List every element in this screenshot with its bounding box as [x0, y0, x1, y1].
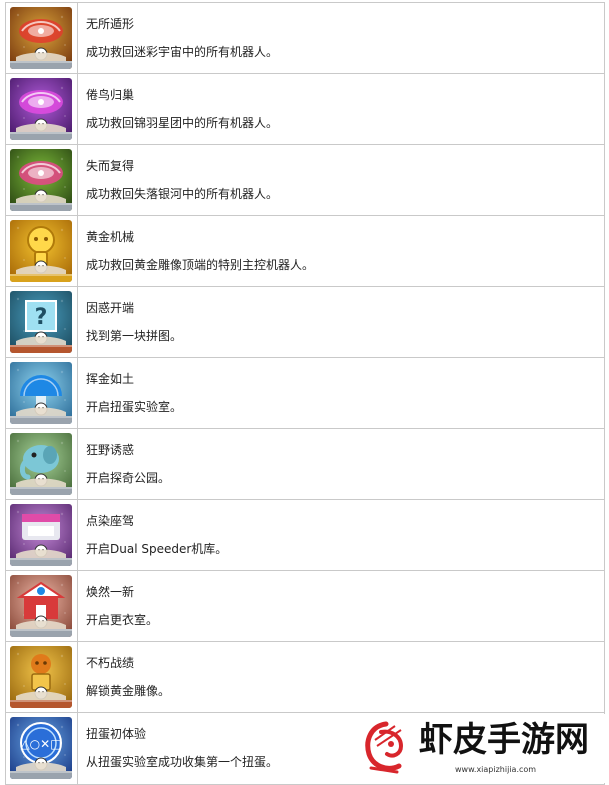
trophy-row: 点染座驾开启Dual Speeder机库。	[6, 500, 604, 571]
svg-text:△○✕□: △○✕□	[20, 737, 61, 751]
trophy-icon-cell	[6, 500, 78, 570]
trophy-description: 解锁黄金雕像。	[86, 684, 171, 698]
puzzle-question-trophy-icon: ?	[10, 291, 72, 353]
trophy-description: 开启Dual Speeder机库。	[86, 542, 228, 556]
playstation-capsule-trophy-icon: △○✕□	[10, 717, 72, 779]
trophy-text-cell: 挥金如土开启扭蛋实验室。	[78, 358, 604, 428]
trophy-title: 扭蛋初体验	[86, 727, 147, 741]
trophy-description: 成功救回锦羽星团中的所有机器人。	[86, 116, 279, 130]
trophy-text-cell: 无所遁形成功救回迷彩宇宙中的所有机器人。	[78, 3, 604, 73]
trophy-row: 不朽战绩解锁黄金雕像。	[6, 642, 604, 713]
galaxy-trophy-icon	[10, 78, 72, 140]
trophy-description: 从扭蛋实验室成功收集第一个扭蛋。	[86, 755, 279, 769]
trophy-title: 不朽战绩	[86, 656, 135, 670]
trophy-icon-cell: △○✕□	[6, 713, 78, 784]
trophy-icon-cell	[6, 145, 78, 215]
trophy-icon-cell	[6, 358, 78, 428]
galaxy-trophy-icon	[10, 7, 72, 69]
trophy-row: 狂野诱惑开启探奇公园。	[6, 429, 604, 500]
trophy-row: 焕然一新开启更衣室。	[6, 571, 604, 642]
speeder-hangar-trophy-icon	[10, 504, 72, 566]
trophy-row: 无所遁形成功救回迷彩宇宙中的所有机器人。	[6, 3, 604, 74]
trophy-title: 倦鸟归巢	[86, 88, 135, 102]
trophy-icon-cell	[6, 642, 78, 712]
trophy-title: 挥金如土	[86, 372, 135, 386]
galaxy-trophy-icon	[10, 149, 72, 211]
trophy-icon-cell: ?	[6, 287, 78, 357]
trophy-title: 狂野诱惑	[86, 443, 135, 457]
trophy-text-cell: 狂野诱惑开启探奇公园。	[78, 429, 604, 499]
trophy-icon-cell	[6, 3, 78, 73]
trophy-description: 开启更衣室。	[86, 613, 159, 627]
shrimp-logo-icon	[365, 721, 404, 774]
trophy-text-cell: 焕然一新开启更衣室。	[78, 571, 604, 641]
trophy-icon-cell	[6, 429, 78, 499]
trophy-row: 挥金如土开启扭蛋实验室。	[6, 358, 604, 429]
trophy-description: 成功救回黄金雕像顶端的特别主控机器人。	[86, 258, 315, 272]
watermark-url: www.xiapizhijia.com	[455, 765, 537, 774]
trophy-text-cell: 倦鸟归巢成功救回锦羽星团中的所有机器人。	[78, 74, 604, 144]
trophy-text-cell: 点染座驾开启Dual Speeder机库。	[78, 500, 604, 570]
golden-statue-trophy-icon	[10, 646, 72, 708]
watermark: 虾皮手游网 www.xiapizhijia.com	[357, 714, 609, 783]
trophy-title: 焕然一新	[86, 585, 135, 599]
trophy-icon-cell	[6, 571, 78, 641]
svg-text:?: ?	[35, 305, 48, 330]
watermark-title: 虾皮手游网	[419, 720, 589, 760]
trophy-icon-cell	[6, 74, 78, 144]
trophy-row: 黄金机械成功救回黄金雕像顶端的特别主控机器人。	[6, 216, 604, 287]
trophy-description: 成功救回迷彩宇宙中的所有机器人。	[86, 45, 279, 59]
trophy-title: 黄金机械	[86, 230, 135, 244]
trophy-description: 成功救回失落银河中的所有机器人。	[86, 187, 279, 201]
trophy-text-cell: 失而复得成功救回失落银河中的所有机器人。	[78, 145, 604, 215]
trophy-row: 倦鸟归巢成功救回锦羽星团中的所有机器人。	[6, 74, 604, 145]
golden-robot-trophy-icon	[10, 220, 72, 282]
trophy-text-cell: 不朽战绩解锁黄金雕像。	[78, 642, 604, 712]
trophy-title: 因惑开端	[86, 301, 135, 315]
trophy-description: 开启探奇公园。	[86, 471, 171, 485]
trophy-icon-cell	[6, 216, 78, 286]
trophy-list: 无所遁形 成功救回迷彩宇宙中的所有机器人。 倦鸟归巢 成功救回锦羽星团中的所有机…	[5, 2, 605, 785]
trophy-title: 无所遁形	[86, 17, 135, 31]
trophy-row: ? 因惑开端找到第一块拼图。	[6, 287, 604, 358]
trophy-description: 开启扭蛋实验室。	[86, 400, 183, 414]
elephant-trophy-icon	[10, 433, 72, 495]
trophy-text-cell: 黄金机械成功救回黄金雕像顶端的特别主控机器人。	[78, 216, 604, 286]
trophy-text-cell: 因惑开端找到第一块拼图。	[78, 287, 604, 357]
changing-room-trophy-icon	[10, 575, 72, 637]
trophy-description: 找到第一块拼图。	[86, 329, 183, 343]
trophy-title: 失而复得	[86, 159, 135, 173]
trophy-row: 失而复得成功救回失落银河中的所有机器人。	[6, 145, 604, 216]
trophy-title: 点染座驾	[86, 514, 135, 528]
gacha-lab-trophy-icon	[10, 362, 72, 424]
